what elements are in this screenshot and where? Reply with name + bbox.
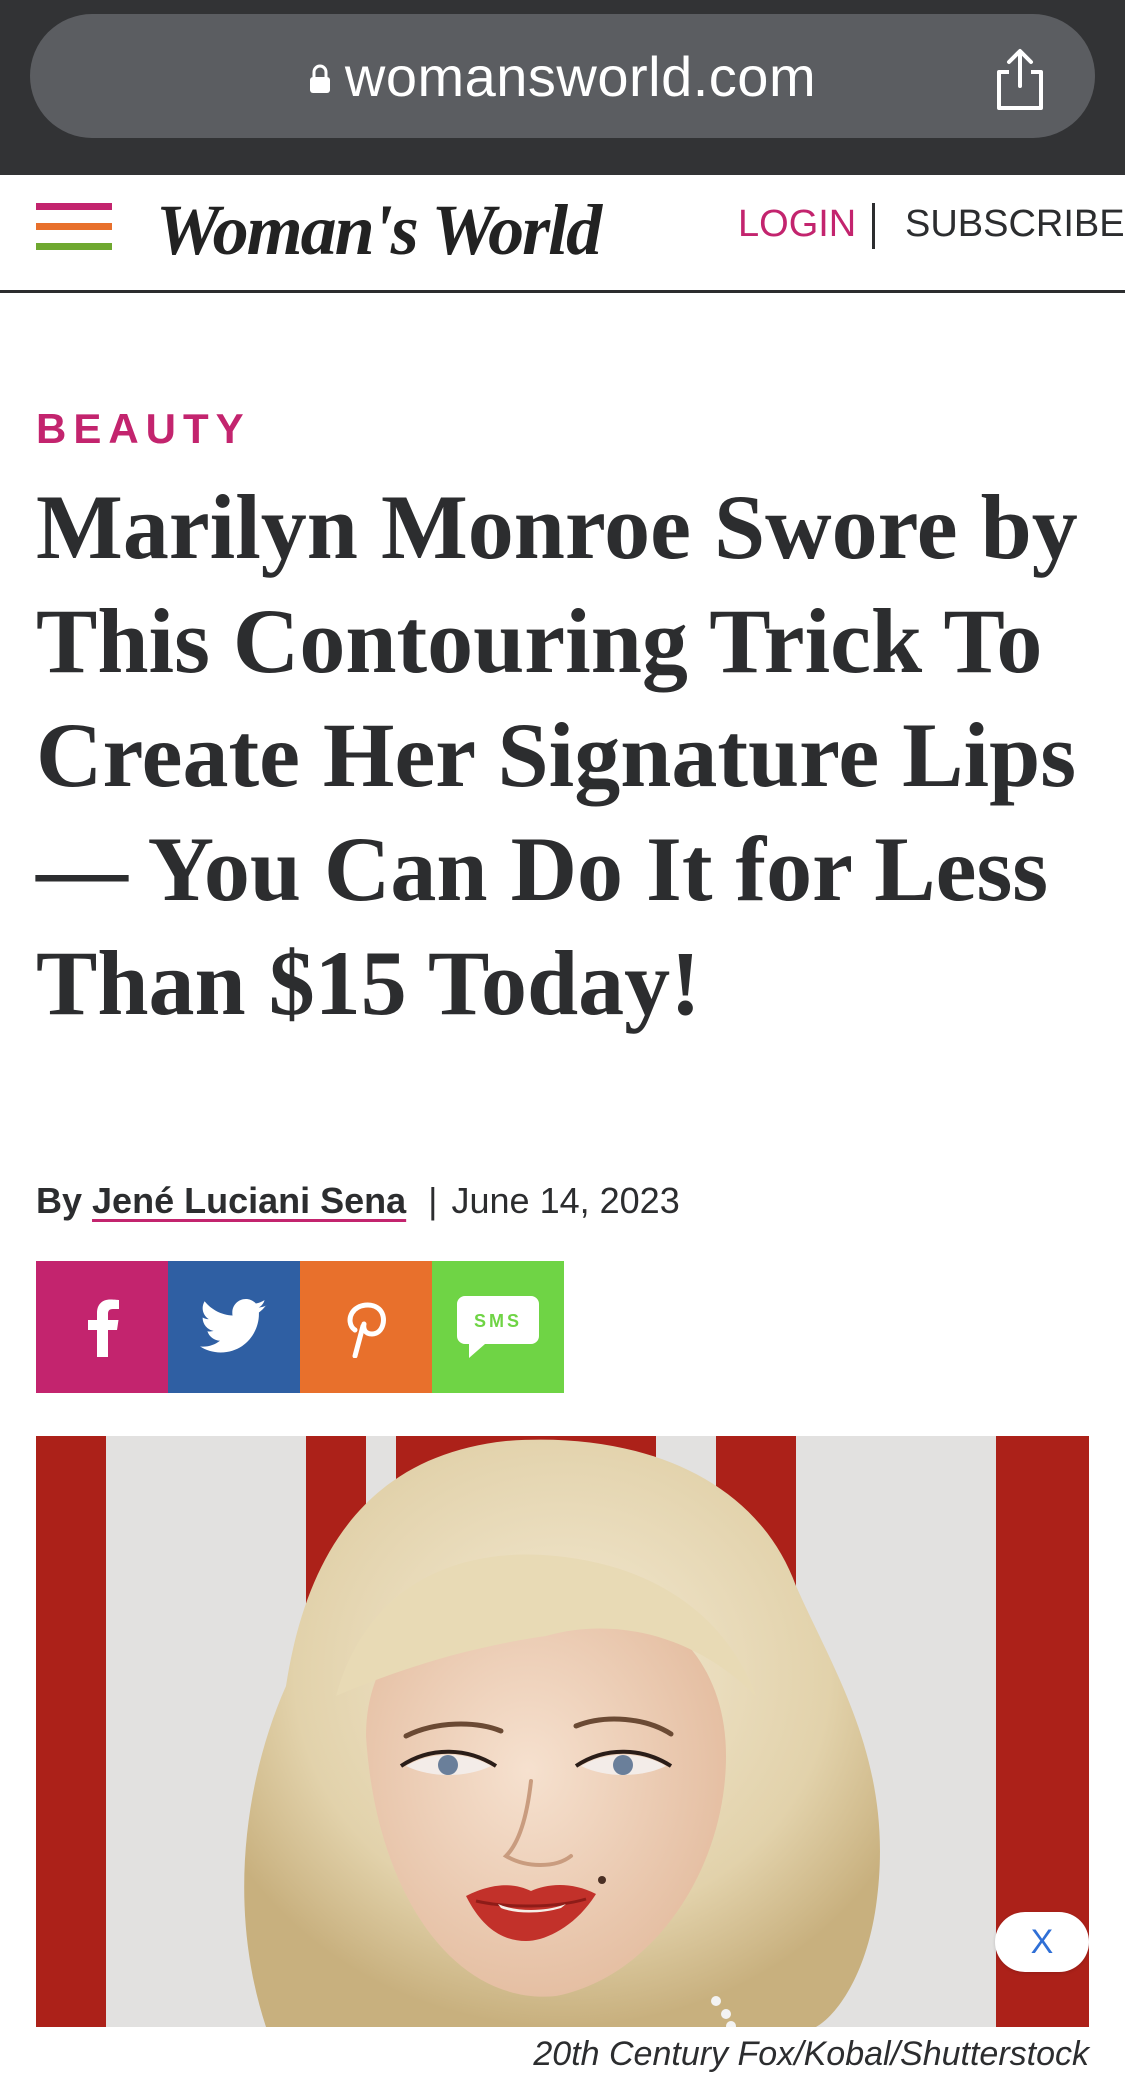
- share-icon[interactable]: [985, 44, 1055, 114]
- login-link[interactable]: LOGIN: [738, 203, 856, 246]
- sms-icon: SMS: [457, 1296, 539, 1358]
- header-divider: [872, 203, 875, 249]
- site-header: Woman's World LOGIN SUBSCRIBE: [0, 175, 1125, 293]
- image-credit: 20th Century Fox/Kobal/Shutterstock: [533, 2035, 1089, 2073]
- facebook-share-button[interactable]: [36, 1261, 168, 1393]
- byline-prefix: By: [36, 1180, 83, 1221]
- article-headline: Marilyn Monroe Swore by This Contouring …: [36, 476, 1078, 1034]
- url-display[interactable]: womansworld.com: [30, 14, 1095, 138]
- hero-image: X: [36, 1436, 1089, 2027]
- lock-icon: [309, 64, 330, 93]
- sms-label: SMS: [474, 1311, 522, 1331]
- pinterest-share-button[interactable]: [300, 1261, 432, 1393]
- url-text: womansworld.com: [344, 44, 817, 108]
- site-logo[interactable]: Woman's World: [156, 189, 602, 272]
- author-link[interactable]: Jené Luciani Sena: [92, 1180, 406, 1222]
- facebook-icon: [88, 1299, 119, 1357]
- publish-date: June 14, 2023: [451, 1180, 680, 1221]
- share-bar: SMS: [36, 1261, 564, 1393]
- category-label[interactable]: BEAUTY: [36, 405, 251, 453]
- browser-chrome: womansworld.com: [0, 0, 1125, 175]
- hamburger-menu-icon[interactable]: [36, 203, 112, 255]
- byline: By Jené Luciani Sena | June 14, 2023: [36, 1180, 680, 1222]
- portrait-illustration: [36, 1436, 1089, 2027]
- subscribe-link[interactable]: SUBSCRIBE: [905, 203, 1125, 246]
- address-bar[interactable]: womansworld.com: [30, 14, 1095, 138]
- twitter-share-button[interactable]: [168, 1261, 300, 1393]
- twitter-icon: [200, 1299, 267, 1353]
- byline-separator: |: [428, 1180, 438, 1221]
- sms-share-button[interactable]: SMS: [432, 1261, 564, 1393]
- pinterest-icon: [347, 1302, 386, 1358]
- close-ad-button[interactable]: X: [995, 1912, 1089, 1972]
